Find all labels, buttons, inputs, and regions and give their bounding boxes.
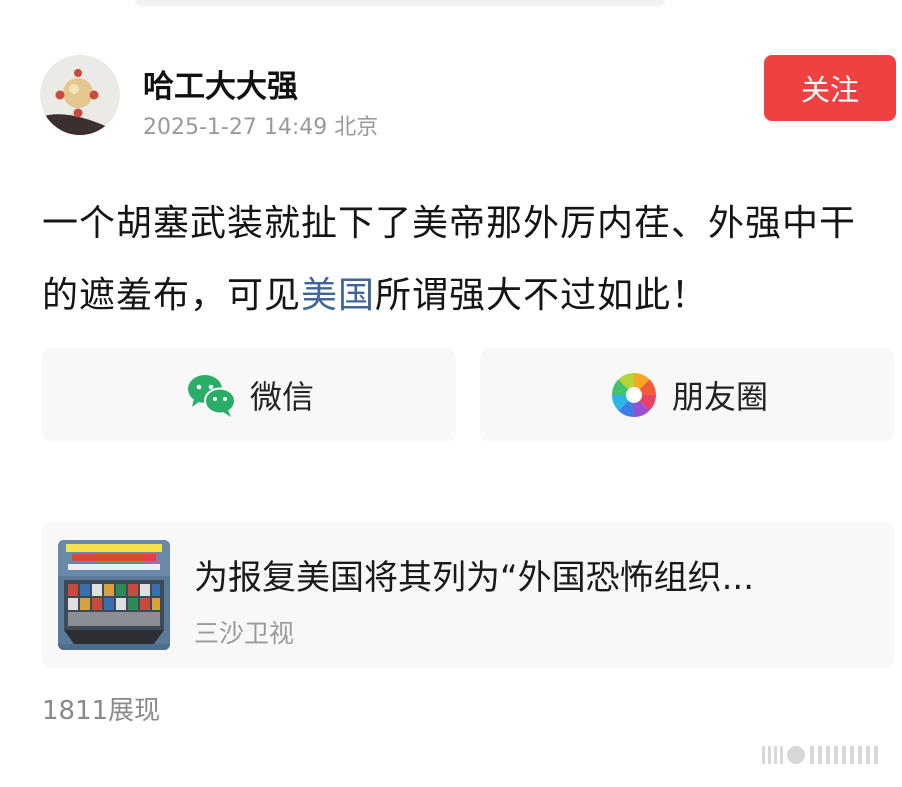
author-name[interactable]: 哈工大大强 [143, 61, 298, 106]
share-moments-button[interactable]: 朋友圈 [480, 348, 894, 442]
post-page: 哈工大大强 2025-1-27 14:49 北京 关注 一个胡塞武装就扯下了美帝… [0, 0, 902, 787]
topic-link[interactable]: 美国 [301, 275, 375, 316]
share-wechat-label: 微信 [249, 378, 314, 416]
author-header: 哈工大大强 2025-1-27 14:49 北京 关注 [40, 55, 900, 140]
post-content: 一个胡塞武装就扯下了美帝那外厉内荏、外强中干的遮羞布，可见美国所谓强大不过如此！ [42, 188, 872, 332]
moments-icon [606, 367, 662, 423]
view-count: 1811展现 [42, 696, 161, 726]
avatar[interactable] [40, 55, 120, 135]
post-timestamp-location: 2025-1-27 14:49 北京 [143, 115, 379, 140]
watermark-logo [762, 742, 882, 768]
article-source: 三沙卫视 [194, 619, 295, 648]
wechat-icon [184, 367, 240, 423]
previous-card-edge [135, 0, 665, 6]
article-thumbnail [58, 540, 170, 650]
share-moments-label: 朋友圈 [671, 378, 768, 416]
article-title[interactable]: 为报复美国将其列为“外国恐怖组织... [194, 550, 874, 599]
linked-article-card[interactable]: 为报复美国将其列为“外国恐怖组织... 三沙卫视 [42, 522, 894, 668]
follow-button[interactable]: 关注 [764, 55, 896, 121]
post-text-after: 所谓强大不过如此！ [375, 275, 709, 316]
share-wechat-button[interactable]: 微信 [42, 348, 456, 442]
